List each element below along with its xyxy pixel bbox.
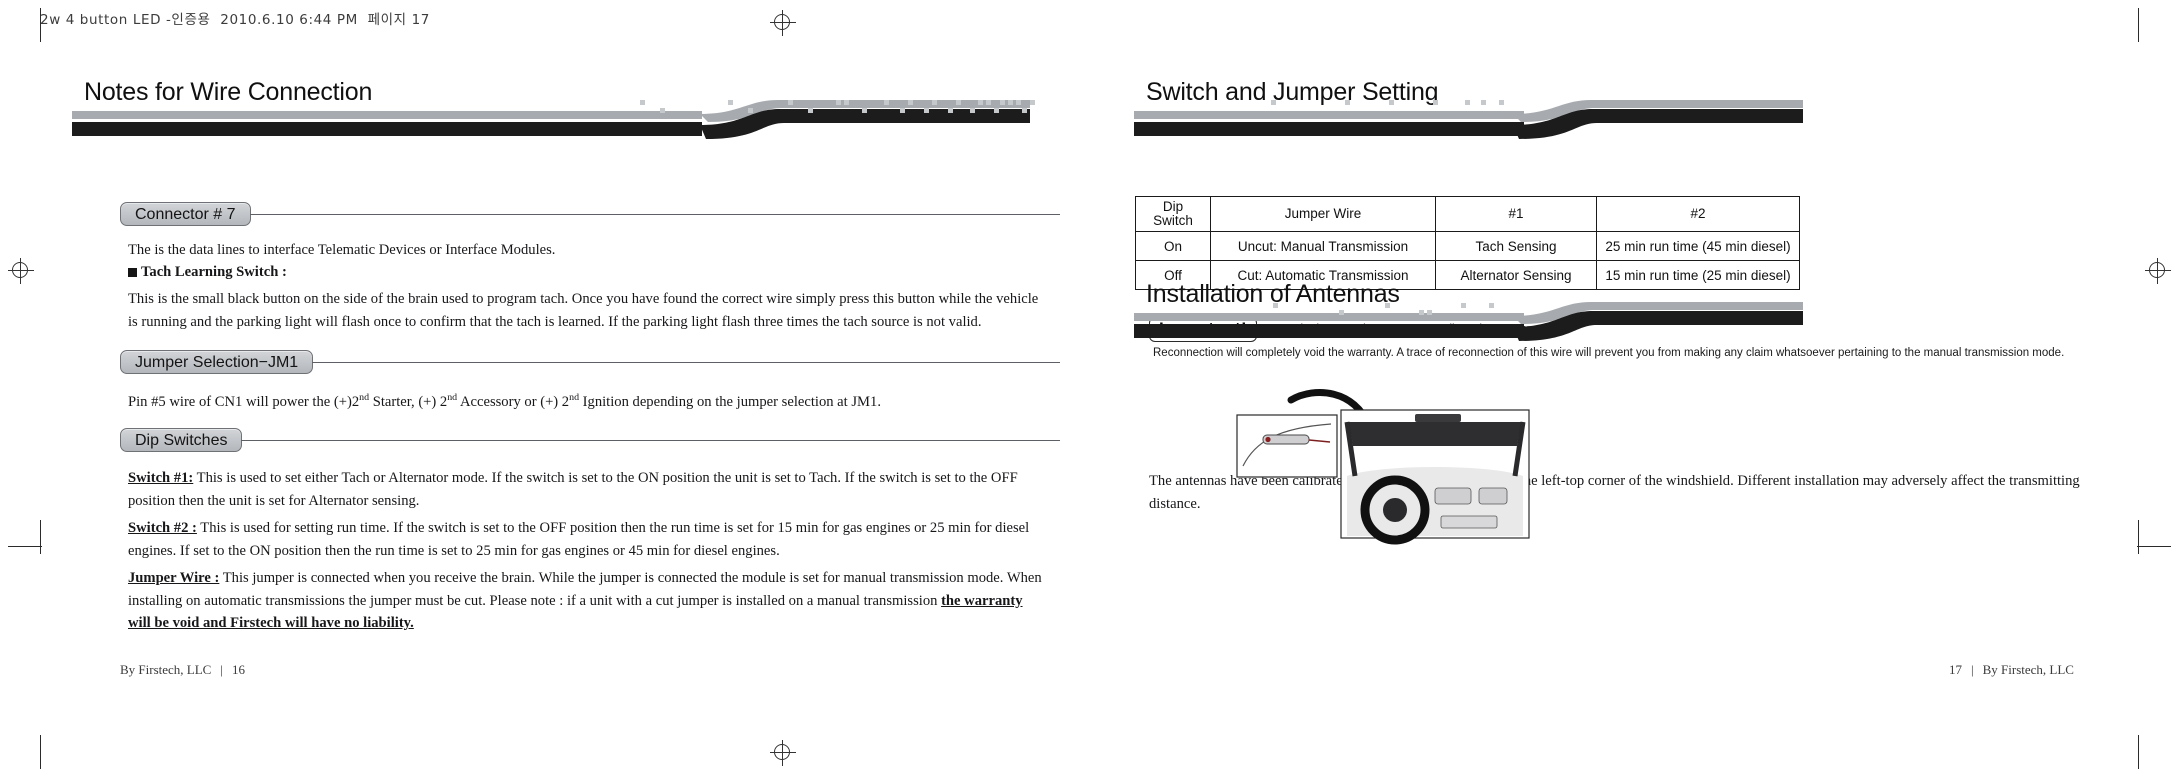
- banner-bar-gray: [72, 111, 702, 119]
- table-cell-sw1-tach: Tach Sensing: [1435, 231, 1597, 262]
- switch-2-text: This is used for setting run time. If th…: [128, 520, 1030, 559]
- footer-company-right: By Firstech, LLC: [1982, 662, 2074, 677]
- pill-label-connector-7: Connector # 7: [120, 202, 251, 226]
- antenna-led-dot: [1265, 436, 1271, 443]
- paragraph-connector-intro: The is the data lines to interface Telem…: [128, 242, 556, 258]
- subsection-dip-switches: Dip Switches: [120, 428, 1060, 452]
- pin5-part3: Accessory or (+) 2: [457, 393, 570, 410]
- paragraph-tach-learning-heading: Tach Learning Switch :: [128, 261, 1046, 284]
- pill-label-dip-switches: Dip Switches: [120, 428, 243, 452]
- windshield-header-shape: [1349, 422, 1521, 446]
- instrument-cluster-shape: [1434, 487, 1472, 505]
- switch-1-text: This is used to set either Tach or Alter…: [128, 470, 1018, 509]
- table-header-dip-switch: Dip Switch: [1135, 195, 1211, 233]
- section-title-notes: Notes for Wire Connection: [84, 78, 373, 106]
- footer-separator: |: [1971, 662, 1974, 677]
- subsection-jumper-selection: Jumper Selection−JM1: [120, 350, 1060, 374]
- section-banner-notes: Notes for Wire Connection: [72, 78, 772, 137]
- pin5-ordinal-3: nd: [569, 392, 580, 403]
- subsection-connector-7: Connector # 7: [120, 202, 1060, 226]
- steering-hub-shape: [1383, 498, 1407, 522]
- pin5-ordinal-1: nd: [359, 392, 370, 403]
- table-header-dip-line2: Switch: [1153, 213, 1193, 229]
- paragraph-jumper-wire: Jumper Wire : This jumper is connected w…: [128, 567, 1046, 635]
- rearview-mirror-shape: [1415, 414, 1461, 422]
- bullet-square-icon: [128, 268, 137, 277]
- paragraph-switch-2: Switch #2 : This is used for setting run…: [128, 517, 1046, 562]
- jumper-wire-text: This jumper is connected when you receiv…: [128, 570, 1042, 609]
- left-page: Notes for Wire Connection Connector # 7 …: [0, 0, 1089, 763]
- paragraph-tach-learning-body: This is the small black button on the si…: [128, 291, 1039, 330]
- banner-sweep-antennas: [1513, 302, 1803, 341]
- switch-2-label: Switch #2 :: [128, 520, 197, 536]
- antenna-figure-svg: [1236, 389, 1530, 545]
- tach-learning-label: Tach Learning Switch :: [141, 264, 287, 280]
- footer-page-number-right: 17: [1949, 662, 1962, 677]
- footer-company-left: By Firstech, LLC: [120, 662, 212, 677]
- pill-rule: [241, 439, 1060, 441]
- table-row: On Uncut: Manual Transmission Tach Sensi…: [1135, 231, 1800, 262]
- pill-rule: [312, 361, 1060, 363]
- center-console-shape: [1440, 515, 1498, 529]
- important-line-2: Reconnection will completely void the wa…: [1153, 347, 2065, 359]
- banner-bars: [72, 111, 772, 137]
- pin5-part4: Ignition depending on the jumper selecti…: [579, 393, 881, 410]
- footer-right: 17 | By Firstech, LLC: [1949, 662, 2074, 678]
- table-header-row: Dip Switch Jumper Wire #1 #2: [1135, 195, 1800, 233]
- jumper-wire-label: Jumper Wire :: [128, 570, 220, 586]
- table-header-jumper-wire: Jumper Wire: [1210, 195, 1436, 233]
- footer-separator: |: [220, 662, 223, 677]
- pin5-part1: Pin #5 wire of CN1 will power the (+)2: [128, 393, 360, 410]
- banner-sweep-switch: [1513, 100, 1803, 139]
- table-cell-sw2-25min: 25 min run time (45 min diesel): [1596, 231, 1800, 262]
- pill-rule: [249, 213, 1060, 215]
- footer-page-number-left: 16: [231, 662, 245, 677]
- banner-bar-gray: [1134, 313, 1524, 321]
- banner-bar-black: [1134, 122, 1524, 136]
- banner-bar-black: [1134, 324, 1524, 338]
- switch-jumper-table: Dip Switch Jumper Wire #1 #2 On Uncut: M…: [1135, 195, 1800, 291]
- table-cell-wire-uncut: Uncut: Manual Transmission: [1210, 231, 1436, 262]
- switch-1-label: Switch #1:: [128, 470, 194, 486]
- paragraph-switch-1: Switch #1: This is used to set either Ta…: [128, 467, 1046, 512]
- center-vent-shape: [1478, 487, 1508, 505]
- pin5-part2: Starter, (+) 2: [369, 393, 448, 410]
- paragraph-pin5: Pin #5 wire of CN1 will power the (+)2nd…: [128, 390, 1046, 413]
- table-cell-dip-on: On: [1135, 231, 1211, 262]
- table-header-switch-2: #2: [1596, 195, 1800, 233]
- right-page: Switch and Jumper Setting Dip Switch Jum…: [1089, 0, 2179, 763]
- table-header-switch-1: #1: [1435, 195, 1597, 233]
- footer-left: By Firstech, LLC | 16: [120, 662, 245, 678]
- table-header-dip-line1: Dip: [1162, 199, 1184, 214]
- antenna-installation-figure: [1229, 380, 1589, 580]
- pill-label-jumper-selection: Jumper Selection−JM1: [120, 350, 314, 374]
- banner-bar-gray: [1134, 111, 1524, 119]
- pin5-ordinal-2: nd: [447, 392, 458, 403]
- banner-bar-black: [72, 122, 702, 136]
